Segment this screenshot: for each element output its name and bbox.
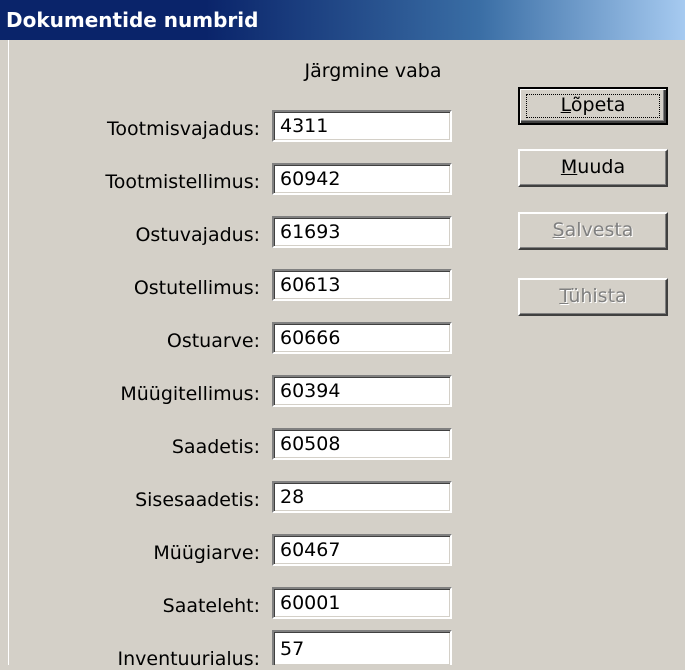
- saadetis-field[interactable]: [272, 428, 452, 460]
- muugitellimus-field[interactable]: [272, 375, 452, 407]
- inventuurialus-field[interactable]: [272, 630, 452, 665]
- focus-rectangle: [526, 94, 660, 118]
- muuda-label: uuda: [577, 156, 626, 178]
- tootmisvajadus-field[interactable]: [272, 110, 452, 142]
- window-title: Dokumentide numbrid: [6, 8, 259, 32]
- sisesaadetis-field[interactable]: [272, 481, 452, 513]
- tuhista-mnemonic: T: [559, 285, 569, 307]
- muugiarve-field[interactable]: [272, 534, 452, 566]
- row-label-saateleht: Saateleht:: [162, 595, 260, 617]
- salvesta-label: alvesta: [564, 219, 634, 241]
- lopeta-button[interactable]: Lõpeta: [518, 87, 668, 125]
- row-label-saadetis: Saadetis:: [171, 436, 260, 458]
- ostuarve-field[interactable]: [272, 322, 452, 354]
- row-label-ostuvajadus: Ostuvajadus:: [135, 224, 260, 246]
- muuda-button[interactable]: Muuda: [518, 149, 668, 187]
- tuhista-button[interactable]: Tühista: [518, 278, 668, 316]
- salvesta-button[interactable]: Salvesta: [518, 212, 668, 250]
- tootmistellimus-field[interactable]: [272, 163, 452, 195]
- next-free-column-header: Järgmine vaba: [304, 60, 442, 82]
- row-label-muugitellimus: Müügitellimus:: [120, 383, 260, 405]
- row-label-tootmistellimus: Tootmistellimus:: [105, 171, 260, 193]
- row-label-tootmisvajadus: Tootmisvajadus:: [107, 118, 260, 140]
- ostuvajadus-field[interactable]: [272, 216, 452, 248]
- title-bar[interactable]: Dokumentide numbrid: [0, 0, 685, 40]
- salvesta-mnemonic: S: [552, 219, 565, 241]
- row-label-ostutellimus: Ostutellimus:: [133, 277, 260, 299]
- saateleht-field[interactable]: [272, 587, 452, 619]
- row-label-muugiarve: Müügiarve:: [153, 542, 260, 564]
- row-label-sisesaadetis: Sisesaadetis:: [135, 489, 260, 511]
- row-label-ostuarve: Ostuarve:: [166, 330, 260, 352]
- row-label-inventuurialus: Inventuurialus:: [117, 648, 260, 670]
- tuhista-label: ühista: [568, 285, 627, 307]
- muuda-mnemonic: M: [560, 156, 578, 178]
- ostutellimus-field[interactable]: [272, 269, 452, 301]
